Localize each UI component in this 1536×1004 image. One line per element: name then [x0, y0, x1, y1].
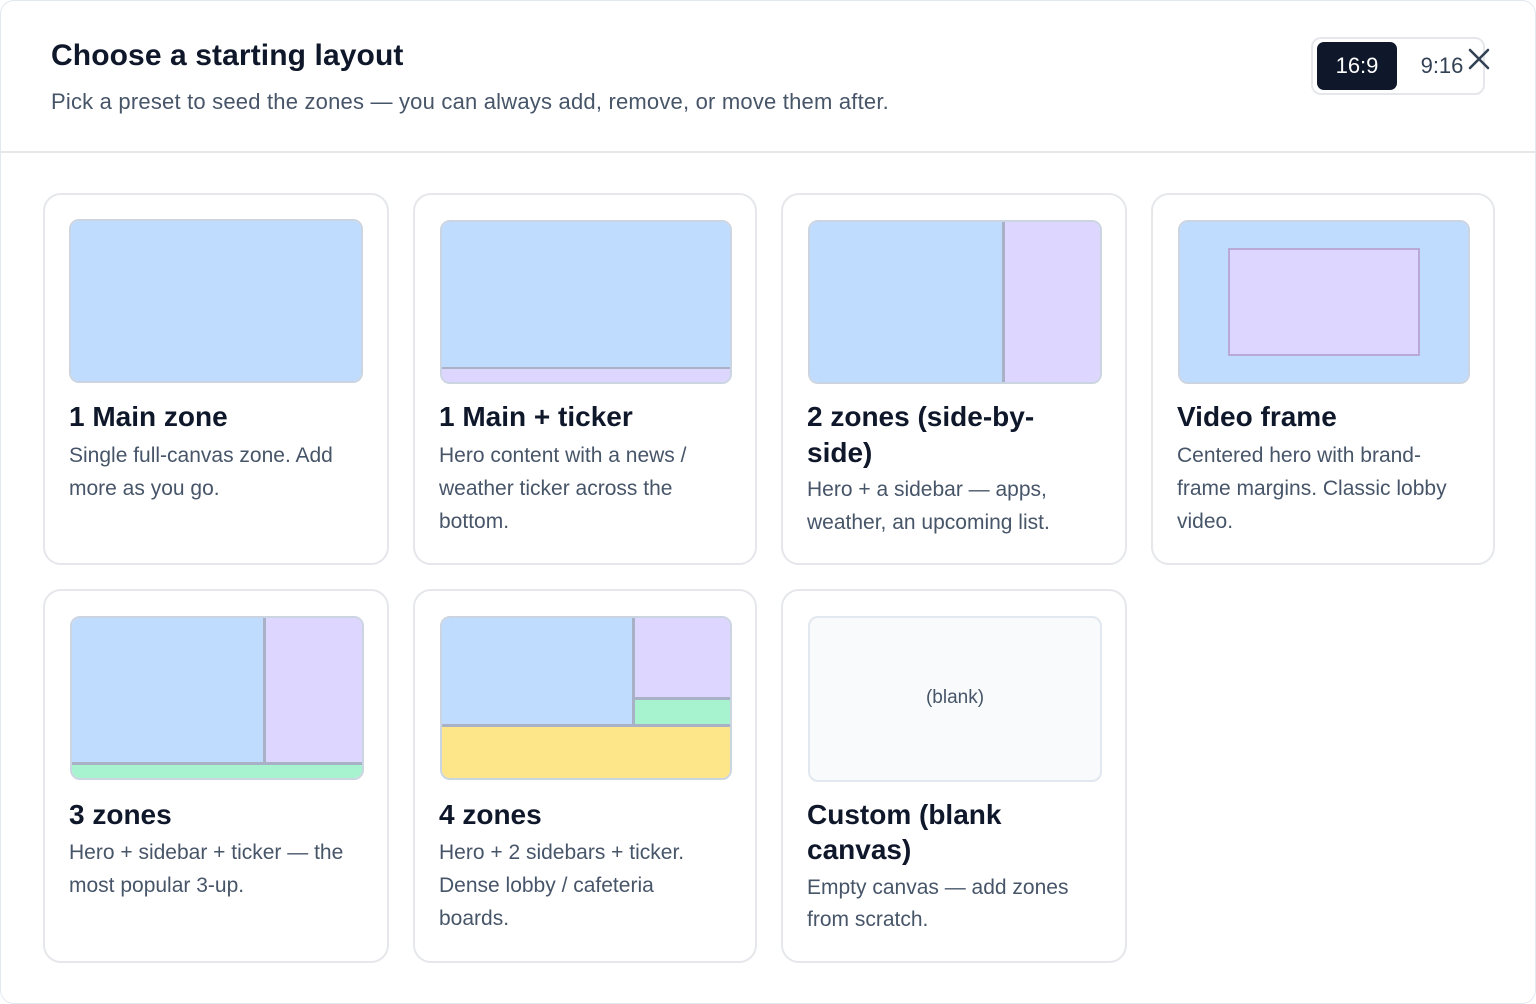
- layout-card-video-frame[interactable]: Video frame Centered hero with brand-fra…: [1151, 193, 1495, 565]
- dialog-title: Choose a starting layout: [51, 39, 404, 72]
- layout-name: 1 Main zone: [69, 401, 228, 432]
- preview-main-zone: [72, 618, 263, 762]
- preview-sidebar-zone: [1005, 222, 1100, 382]
- layout-name: 1 Main + ticker: [439, 401, 633, 432]
- aspect-ratio-toggle: 16:9 9:16: [1311, 37, 1485, 95]
- layout-preview: [440, 220, 732, 384]
- preview-main-zone: [71, 221, 361, 381]
- layout-description: Hero content with a news / weather ticke…: [439, 444, 687, 533]
- layout-description: Centered hero with brand-frame margins. …: [1177, 444, 1447, 533]
- layout-preview: [440, 616, 732, 780]
- layout-preview: [70, 616, 364, 780]
- layout-name: 4 zones: [439, 799, 542, 830]
- preview-main-zone: [810, 222, 1002, 382]
- preview-sidebar-top-zone: [635, 618, 730, 697]
- layout-description: Hero + sidebar + ticker — the most popul…: [69, 841, 344, 897]
- close-button[interactable]: [1463, 43, 1495, 75]
- layout-preview: [69, 219, 363, 383]
- preview-main-zone: [442, 222, 730, 367]
- layout-description: Empty canvas — add zones from scratch.: [807, 876, 1069, 931]
- close-icon: [1468, 48, 1490, 70]
- layout-name: 2 zones (side-by-side): [807, 401, 1035, 468]
- preview-main-zone: [442, 618, 632, 724]
- layout-preview: (blank): [808, 616, 1102, 782]
- dialog-subtitle: Pick a preset to seed the zones — you ca…: [51, 89, 889, 114]
- layout-card-4-zones[interactable]: 4 zones Hero + 2 sidebars + ticker. Dens…: [413, 589, 757, 963]
- layout-preview: [808, 220, 1102, 384]
- dialog-header: Choose a starting layout Pick a preset t…: [1, 1, 1535, 153]
- layout-card-1-main-ticker[interactable]: 1 Main + ticker Hero content with a news…: [413, 193, 757, 565]
- layout-description: Hero + 2 sidebars + ticker. Dense lobby …: [439, 841, 685, 930]
- preview-ticker-zone: [72, 765, 362, 778]
- layout-description: Hero + a sidebar — apps, weather, an upc…: [807, 478, 1050, 534]
- layout-card-1-main-zone[interactable]: 1 Main zone Single full-canvas zone. Add…: [43, 193, 389, 565]
- layout-name: Video frame: [1177, 401, 1337, 432]
- blank-preview-label: (blank): [925, 687, 985, 708]
- layout-description: Single full-canvas zone. Add more as you…: [69, 444, 333, 500]
- layout-card-custom-blank[interactable]: (blank) Custom (blank canvas) Empty canv…: [781, 589, 1127, 963]
- preview-sidebar-bottom-zone: [635, 700, 730, 724]
- aspect-ratio-16-9-button[interactable]: 16:9: [1317, 42, 1397, 90]
- layout-preview: [1178, 220, 1470, 384]
- preview-hero-zone: [1228, 248, 1420, 356]
- preview-ticker-zone: [442, 727, 730, 778]
- layout-name: Custom (blank canvas): [807, 799, 1002, 865]
- layout-card-2-zones[interactable]: 2 zones (side-by-side) Hero + a sidebar …: [781, 193, 1127, 565]
- layout-picker-dialog: Choose a starting layout Pick a preset t…: [0, 0, 1536, 1004]
- layout-card-3-zones[interactable]: 3 zones Hero + sidebar + ticker — the mo…: [43, 589, 389, 963]
- preview-ticker-zone: [442, 369, 730, 382]
- preview-sidebar-zone: [266, 618, 362, 762]
- layout-name: 3 zones: [69, 799, 172, 830]
